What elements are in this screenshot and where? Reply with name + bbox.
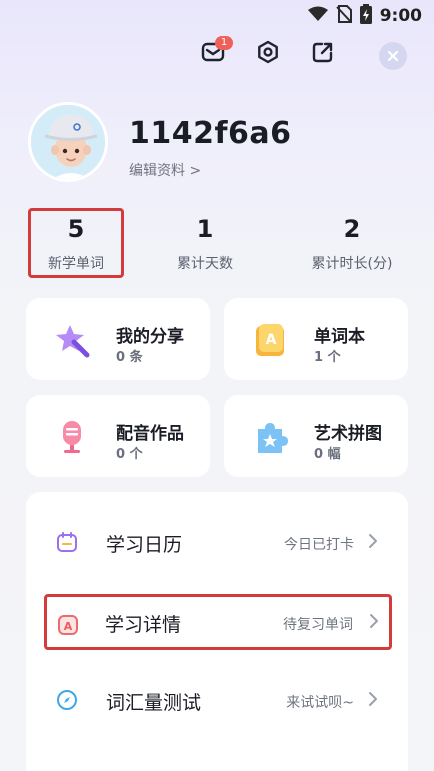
stat-label: 新学单词: [48, 256, 104, 272]
menu-status: 今日已打卡: [284, 537, 354, 553]
close-button[interactable]: [379, 42, 407, 70]
menu-item-study-details[interactable]: A 学习详情 待复习单词: [44, 594, 392, 650]
card-title: 单词本: [314, 327, 365, 347]
puzzle-icon: [252, 419, 288, 455]
calendar-icon: [56, 531, 78, 553]
stat-new-words[interactable]: 5 新学单词: [28, 208, 124, 278]
menu-label: 学习详情: [105, 614, 182, 636]
battery-charging-icon: [359, 4, 372, 28]
card-subtitle: 0 个: [116, 447, 143, 462]
word-book-icon: A: [252, 322, 288, 358]
menu-status: 来试试呗~: [286, 695, 354, 711]
study-detail-icon: A: [57, 614, 79, 636]
svg-text:A: A: [64, 620, 73, 633]
status-time: 9:00: [379, 6, 422, 26]
card-art-puzzle[interactable]: 艺术拼图 0 幅: [224, 395, 408, 477]
stat-value: 2: [343, 215, 361, 243]
username: 1142f6a6: [129, 116, 292, 151]
stat-value: 1: [196, 215, 214, 243]
profile-header: 1142f6a6 编辑资料 >: [28, 102, 408, 192]
stat-label: 累计时长(分): [311, 256, 393, 272]
share-button[interactable]: [305, 36, 341, 72]
card-title: 配音作品: [116, 424, 184, 444]
chevron-right-icon: [365, 612, 383, 630]
status-bar: 9:00: [0, 0, 434, 30]
settings-icon: [256, 40, 280, 68]
card-subtitle: 0 幅: [314, 447, 341, 462]
svg-text:A: A: [266, 332, 277, 348]
stat-value: 5: [67, 215, 85, 243]
wifi-icon: [307, 6, 328, 26]
card-dubbing-works[interactable]: 配音作品 0 个: [26, 395, 210, 477]
stats-row: 5 新学单词 1 累计天数 2 累计时长(分): [26, 208, 410, 278]
menu-status: 待复习单词: [283, 617, 353, 633]
microphone-icon: [54, 419, 90, 455]
card-title: 艺术拼图: [314, 424, 382, 444]
menu-list: 学习日历 今日已打卡 A 学习详情 待复习单词 词汇量测试 来试试呗~: [26, 492, 408, 771]
messages-button[interactable]: 1: [195, 36, 233, 72]
star-wand-icon: [54, 322, 90, 358]
menu-label: 词汇量测试: [106, 692, 202, 714]
stat-total-minutes[interactable]: 2 累计时长(分): [292, 208, 412, 278]
edit-profile-link[interactable]: 编辑资料 >: [129, 160, 201, 180]
menu-item-vocab-test[interactable]: 词汇量测试 来试试呗~: [26, 672, 408, 728]
stat-total-days[interactable]: 1 累计天数: [157, 208, 253, 278]
avatar[interactable]: [28, 102, 108, 182]
card-title: 我的分享: [116, 327, 184, 347]
settings-button[interactable]: [250, 36, 286, 72]
chevron-right-icon: [364, 532, 382, 550]
menu-label: 学习日历: [106, 534, 183, 556]
card-subtitle: 0 条: [116, 350, 143, 365]
share-icon: [311, 40, 335, 68]
no-sim-icon: [335, 5, 352, 27]
menu-item-study-calendar[interactable]: 学习日历 今日已打卡: [26, 514, 408, 570]
card-word-book[interactable]: A 单词本 1 个: [224, 298, 408, 380]
message-badge: 1: [215, 36, 233, 50]
close-icon: [387, 47, 399, 66]
card-my-shares[interactable]: 我的分享 0 条: [26, 298, 210, 380]
chevron-right-icon: [364, 690, 382, 708]
card-subtitle: 1 个: [314, 350, 341, 365]
vocab-test-icon: [56, 689, 78, 711]
top-actions: 1: [0, 36, 434, 72]
stat-label: 累计天数: [177, 256, 233, 272]
